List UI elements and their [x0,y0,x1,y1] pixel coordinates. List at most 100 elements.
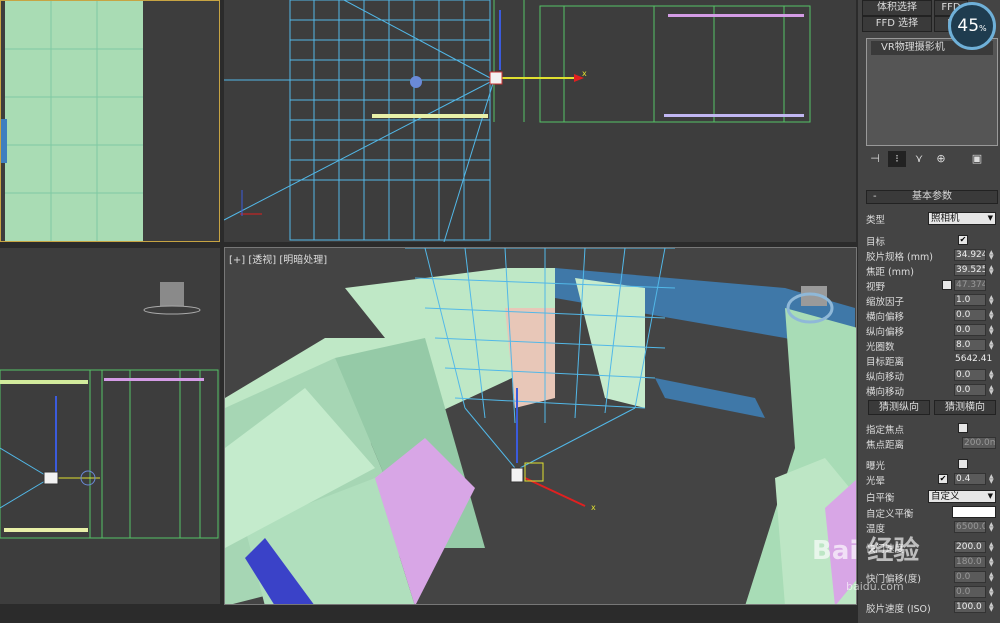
param-label: 横向移动 [866,387,905,398]
param-vtilt: 纵向移动 0.0 ▲ ▼ [866,369,998,383]
fov-field[interactable]: 47.374 [954,279,986,291]
param-label: 光晕 [866,476,886,487]
spinner-icon[interactable]: ▲ ▼ [989,557,996,568]
pin-stack-icon[interactable]: ⊣ [866,151,884,167]
volume-select-button[interactable]: 体积选择 [862,0,932,16]
param-label: 目标 [866,237,886,248]
custom-balance-swatch[interactable] [952,506,996,518]
param-label: 曝光 [866,461,886,472]
param-label: 横向偏移 [866,312,905,323]
film-gate-field[interactable]: 34.924 [954,249,986,261]
param-label: 类型 [866,215,886,226]
top-left-scene [1,1,143,241]
param-label: 光圈数 [866,342,895,353]
spinner-icon[interactable]: ▲ ▼ [989,310,996,321]
htilt-field[interactable]: 0.0 [954,384,986,396]
param-label: 视野 [866,282,886,293]
exposure-checkbox[interactable] [958,459,968,469]
viewport-perspective[interactable]: x [+] [透视] [明暗处理] [224,247,857,605]
show-end-result-icon[interactable]: ⁝ [888,151,906,167]
param-label: 缩放因子 [866,297,905,308]
fov-checkbox[interactable] [942,280,952,290]
param-label: 目标距离 [866,357,905,368]
fnumber-field[interactable]: 8.0 [954,339,986,351]
iso-field[interactable]: 100.0 [954,601,986,613]
spinner-icon[interactable]: ▲ ▼ [989,340,996,351]
spinner-icon[interactable]: ▲ ▼ [989,522,996,533]
guess-vertical-button[interactable]: 猜测纵向 [868,400,930,415]
spinner-icon[interactable]: ▲ ▼ [989,385,996,396]
make-unique-icon[interactable]: ⋎ [910,151,928,167]
viewport-bottom-left[interactable] [0,248,220,604]
zoom-field[interactable]: 1.0 [954,294,986,306]
param-custom-balance: 自定义平衡 [866,506,998,520]
spinner-icon[interactable]: ▲ ▼ [989,295,996,306]
spinner-icon[interactable]: ▲ ▼ [989,325,996,336]
modifier-stack-list[interactable]: VR物理摄影机 [866,38,998,146]
white-balance-dropdown[interactable]: 自定义 [928,490,996,503]
param-film-gate: 胶片规格 (mm) 34.924 ▲ ▼ [866,249,998,263]
ffd-select-button[interactable]: FFD 选择 [862,16,932,32]
focus-distance-field[interactable]: 200.0m [962,437,996,449]
param-label: 胶片规格 (mm) [866,252,933,263]
guess-horizontal-button[interactable]: 猜测横向 [934,400,996,415]
param-fov: 视野 47.374 [866,279,998,293]
shutter-angle-field[interactable]: 180.0 [954,556,986,568]
param-vignette: 光晕 ✔ 0.4 ▲ ▼ [866,473,998,487]
spinner-icon[interactable]: ▲ ▼ [989,542,996,553]
param-vshift: 纵向偏移 0.0 ▲ ▼ [866,324,998,338]
watermark-logo: Bai 经验 [812,536,920,566]
param-htilt: 横向移动 0.0 ▲ ▼ [866,384,998,398]
progress-badge: 45% [948,2,996,50]
configure-sets-icon[interactable]: ▣ [968,151,986,167]
param-zoom: 缩放因子 1.0 ▲ ▼ [866,294,998,308]
spinner-icon[interactable]: ▲ ▼ [989,265,996,276]
vshift-field[interactable]: 0.0 [954,324,986,336]
rollout-title: 基本参数 [912,191,952,202]
vignette-checkbox[interactable]: ✔ [938,474,948,484]
target-checkbox[interactable]: ✔ [958,235,968,245]
perspective-viewport-label[interactable]: [+] [透视] [明暗处理] [229,251,327,266]
param-focus-distance: 焦点距离 200.0m [866,437,998,451]
param-iso: 胶片速度 (ISO) 100.0 ▲ ▼ [866,601,998,615]
spinner-icon[interactable]: ▲ ▼ [989,250,996,261]
target-distance-value: 5642.41 [955,354,993,364]
vignette-field[interactable]: 0.4 [954,473,986,485]
param-label: 焦距 (mm) [866,267,914,278]
param-fnumber: 光圈数 8.0 ▲ ▼ [866,339,998,353]
param-label: 胶片速度 (ISO) [866,604,931,615]
top-right-scene: x [224,0,811,242]
basic-params-rollout[interactable]: - 基本参数 [866,190,998,204]
param-focal: 焦距 (mm) 39.525 ▲ ▼ [866,264,998,278]
bottom-left-scene [0,282,219,539]
latency-field[interactable]: 0.0 [954,586,986,598]
progress-unit: % [979,24,987,33]
persp-axis-x-label: x [591,503,596,512]
focal-length-field[interactable]: 39.525 [954,264,986,276]
param-hshift: 横向偏移 0.0 ▲ ▼ [866,309,998,323]
stack-toolbar: ⊣ ⁝ ⋎ ⊕ ▣ [866,150,998,168]
spinner-icon[interactable]: ▲ ▼ [989,474,996,485]
param-type: 类型 照相机 [866,212,998,226]
hshift-field[interactable]: 0.0 [954,309,986,321]
type-dropdown[interactable]: 照相机 [928,212,996,225]
param-target-distance: 目标距离 5642.41 [866,354,998,368]
spinner-icon[interactable]: ▲ ▼ [989,572,996,583]
param-label: 纵向移动 [866,372,905,383]
temperature-field[interactable]: 6500.0 [954,521,986,533]
specify-focus-checkbox[interactable] [958,423,968,433]
vtilt-field[interactable]: 0.0 [954,369,986,381]
param-target: 目标 ✔ [866,234,998,248]
spinner-icon[interactable]: ▲ ▼ [989,602,996,613]
viewport-top-right[interactable]: x [224,0,856,242]
spinner-icon[interactable]: ▲ ▼ [989,370,996,381]
remove-modifier-icon[interactable]: ⊕ [932,151,950,167]
viewport-top-left[interactable] [0,0,220,242]
shutter-field[interactable]: 200.0 [954,541,986,553]
axis-x-label: x [582,69,587,78]
spinner-icon[interactable]: ▲ ▼ [989,587,996,598]
param-white-balance: 白平衡 自定义 [866,490,998,504]
shutter-offset-field[interactable]: 0.0 [954,571,986,583]
watermark-url: baidu.com [846,580,904,593]
param-label: 焦点距离 [866,440,905,451]
